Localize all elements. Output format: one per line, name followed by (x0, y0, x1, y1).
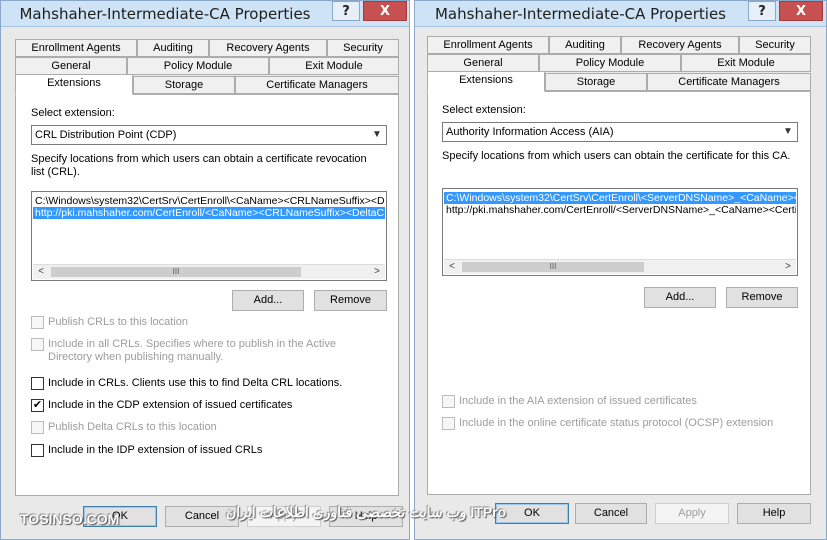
left-titlebar: Mahshaher-Intermediate-CA Properties ? X (1, 1, 409, 27)
checkbox-box[interactable] (31, 421, 44, 434)
chevron-down-icon: ▼ (783, 126, 793, 137)
chevron-down-icon: ▼ (372, 129, 382, 140)
left-tab-policy-module[interactable]: Policy Module (127, 57, 269, 75)
right-horizontal-scrollbar[interactable]: < III > (444, 259, 796, 274)
checkbox-label: Include in the AIA extension of issued c… (459, 395, 697, 407)
list-item-selected[interactable]: C:\Windows\system32\CertSrv\CertEnroll\<… (444, 192, 796, 204)
left-tab-exit-module[interactable]: Exit Module (269, 57, 399, 75)
checkbox-label: Include in all CRLs. Specifies where to … (48, 338, 336, 363)
watermark-right: وب سایت تخصصی فناوری اطلاعات ایران ITPro (226, 504, 507, 520)
right-tab-enrollment-agents[interactable]: Enrollment Agents (427, 36, 549, 54)
scroll-left-icon[interactable]: < (444, 260, 460, 274)
publish-delta-crls-checkbox[interactable]: Publish Delta CRLs to this location (31, 420, 381, 436)
checkbox-box[interactable] (31, 377, 44, 390)
publish-crls-checkbox[interactable]: Publish CRLs to this location (31, 315, 381, 331)
right-help-icon[interactable]: ? (748, 1, 776, 21)
left-location-list[interactable]: C:\Windows\system32\CertSrv\CertEnroll\<… (31, 191, 387, 281)
include-all-crls-checkbox[interactable]: Include in all CRLs. Specifies where to … (31, 337, 381, 365)
checkbox-label: Publish CRLs to this location (48, 316, 189, 328)
include-in-crls-checkbox[interactable]: Include in CRLs. Clients use this to fin… (31, 376, 381, 392)
left-tab-enrollment-agents[interactable]: Enrollment Agents (15, 39, 137, 57)
left-select-label: Select extension: (31, 107, 115, 119)
list-item[interactable]: C:\Windows\system32\CertSrv\CertEnroll\<… (33, 195, 385, 207)
right-dialog: Mahshaher-Intermediate-CA Properties ? X… (414, 0, 827, 540)
right-tab-policy-module[interactable]: Policy Module (539, 54, 681, 72)
checkbox-label: Include in the online certificate status… (459, 417, 774, 429)
list-item[interactable]: http://pki.mahshaher.com/CertEnroll/<Ser… (444, 204, 796, 216)
right-tab-extensions[interactable]: Extensions (427, 71, 545, 92)
checkbox-box[interactable] (31, 444, 44, 457)
left-tab-general[interactable]: General (15, 57, 127, 75)
left-tab-certificate-managers[interactable]: Certificate Managers (235, 76, 399, 94)
right-add-button[interactable]: Add... (644, 287, 716, 308)
left-add-button[interactable]: Add... (232, 290, 304, 311)
include-cdp-extension-checkbox[interactable]: ✔ Include in the CDP extension of issued… (31, 398, 381, 414)
checkbox-label: Include in the IDP extension of issued C… (48, 444, 263, 456)
right-tab-storage[interactable]: Storage (545, 73, 647, 91)
left-extensions-panel: Select extension: CRL Distribution Point… (15, 94, 399, 496)
scroll-thumb[interactable]: III (51, 267, 301, 277)
checkbox-box[interactable] (31, 316, 44, 329)
checkbox-box[interactable] (31, 338, 44, 351)
checkbox-label: Publish Delta CRLs to this location (48, 421, 217, 433)
left-tab-auditing[interactable]: Auditing (137, 39, 209, 57)
left-help-icon[interactable]: ? (332, 1, 360, 21)
right-apply-button[interactable]: Apply (655, 503, 729, 524)
right-extensions-panel: Select extension: Authority Information … (427, 91, 811, 495)
watermark-left: TOSINSO.COM (20, 511, 120, 527)
left-close-icon[interactable]: X (363, 1, 407, 21)
left-horizontal-scrollbar[interactable]: < III > (33, 264, 385, 279)
right-location-list[interactable]: C:\Windows\system32\CertSrv\CertEnroll\<… (442, 188, 798, 276)
right-tab-exit-module[interactable]: Exit Module (681, 54, 811, 72)
scroll-right-icon[interactable]: > (780, 260, 796, 274)
left-dialog: Mahshaher-Intermediate-CA Properties ? X… (0, 0, 410, 540)
scroll-left-icon[interactable]: < (33, 265, 49, 279)
right-cancel-button[interactable]: Cancel (575, 503, 647, 524)
right-description: Specify locations from which users can o… (442, 150, 791, 162)
right-tab-certificate-managers[interactable]: Certificate Managers (647, 73, 811, 91)
left-tab-storage[interactable]: Storage (133, 76, 235, 94)
checkbox-label: Include in the CDP extension of issued c… (48, 399, 293, 411)
right-titlebar: Mahshaher-Intermediate-CA Properties ? X (415, 1, 826, 27)
left-tab-recovery-agents[interactable]: Recovery Agents (209, 39, 327, 57)
include-aia-extension-checkbox[interactable]: Include in the AIA extension of issued c… (442, 394, 798, 410)
checkmark-icon[interactable]: ✔ (31, 399, 44, 412)
right-dialog-title: Mahshaher-Intermediate-CA Properties (434, 5, 726, 23)
left-extension-selected-value: CRL Distribution Point (CDP) (35, 129, 177, 141)
left-description: Specify locations from which users can o… (31, 153, 367, 178)
left-extension-select[interactable]: CRL Distribution Point (CDP) ▼ (31, 125, 387, 145)
include-idp-extension-checkbox[interactable]: Include in the IDP extension of issued C… (31, 443, 381, 459)
right-extension-select[interactable]: Authority Information Access (AIA) ▼ (442, 122, 798, 142)
include-ocsp-extension-checkbox[interactable]: Include in the online certificate status… (442, 416, 798, 432)
left-tab-extensions[interactable]: Extensions (15, 74, 133, 95)
list-item-selected[interactable]: http://pki.mahshaher.com/CertEnroll/<CaN… (33, 207, 385, 219)
scroll-right-icon[interactable]: > (369, 265, 385, 279)
scroll-thumb[interactable]: III (462, 262, 644, 272)
right-help-button[interactable]: Help (737, 503, 811, 524)
checkbox-box[interactable] (442, 417, 455, 430)
right-remove-button[interactable]: Remove (726, 287, 798, 308)
right-close-icon[interactable]: X (779, 1, 823, 21)
left-remove-button[interactable]: Remove (314, 290, 387, 311)
left-tab-security[interactable]: Security (327, 39, 399, 57)
checkbox-box[interactable] (442, 395, 455, 408)
right-tab-security[interactable]: Security (739, 36, 811, 54)
checkbox-label: Include in CRLs. Clients use this to fin… (48, 377, 343, 389)
left-dialog-title: Mahshaher-Intermediate-CA Properties (19, 5, 311, 23)
right-select-label: Select extension: (442, 104, 526, 116)
right-tab-auditing[interactable]: Auditing (549, 36, 621, 54)
right-tab-recovery-agents[interactable]: Recovery Agents (621, 36, 739, 54)
right-extension-selected-value: Authority Information Access (AIA) (446, 126, 614, 138)
right-tab-general[interactable]: General (427, 54, 539, 72)
